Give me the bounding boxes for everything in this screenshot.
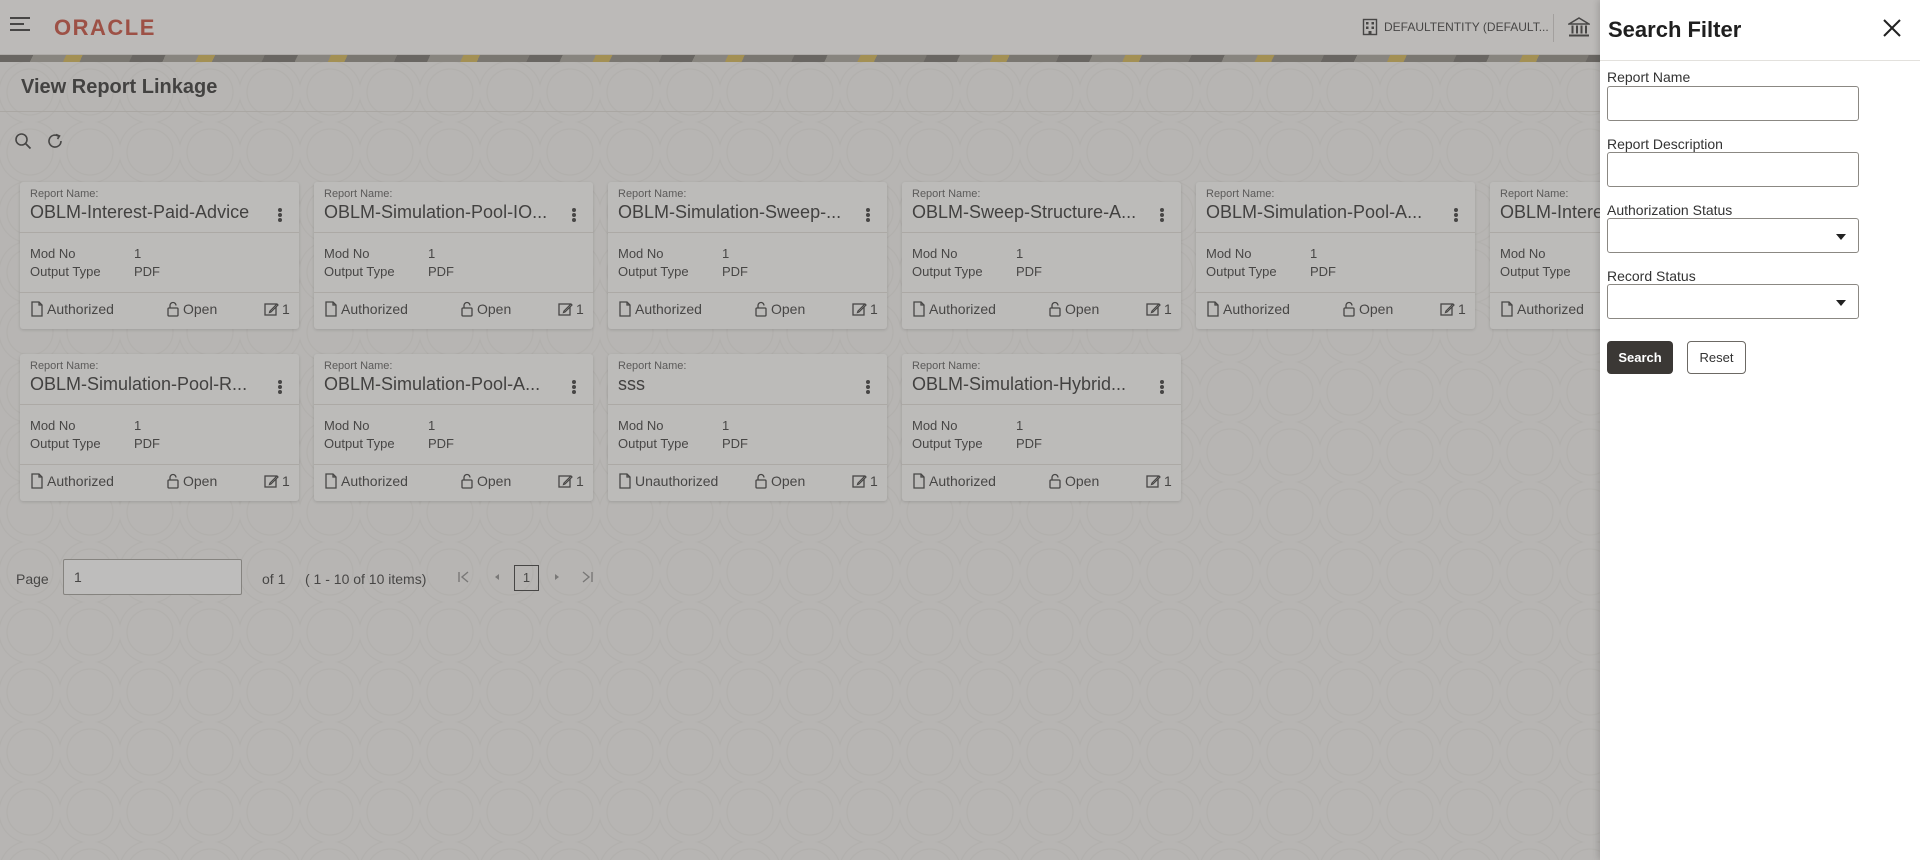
- report-name-input[interactable]: [1607, 86, 1859, 121]
- search-button[interactable]: Search: [1607, 341, 1673, 374]
- record-status-select[interactable]: [1607, 284, 1859, 319]
- filter-divider: [1600, 60, 1920, 61]
- report-description-input[interactable]: [1607, 152, 1859, 187]
- authorization-status-label: Authorization Status: [1607, 202, 1733, 218]
- close-icon[interactable]: [1882, 18, 1902, 38]
- filter-title: Search Filter: [1608, 17, 1742, 42]
- authorization-status-select[interactable]: [1607, 218, 1859, 253]
- modal-backdrop[interactable]: [0, 0, 1600, 860]
- search-filter-panel: Search Filter Report Name Report Descrip…: [1600, 0, 1920, 860]
- report-description-label: Report Description: [1607, 136, 1723, 152]
- reset-button[interactable]: Reset: [1687, 341, 1746, 374]
- chevron-down-icon: [1836, 300, 1846, 306]
- chevron-down-icon: [1836, 234, 1846, 240]
- record-status-label: Record Status: [1607, 268, 1696, 284]
- report-name-label: Report Name: [1607, 69, 1691, 85]
